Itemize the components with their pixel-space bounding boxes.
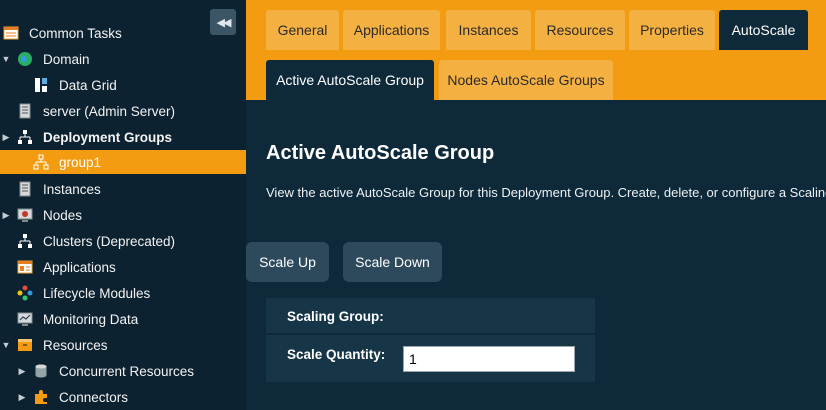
collapsed-triangle-icon[interactable]: ▶ bbox=[1, 210, 11, 221]
sidebar-item-data-grid[interactable]: Data Grid bbox=[0, 73, 246, 97]
instances-icon bbox=[17, 181, 33, 197]
sidebar-item-clusters[interactable]: Clusters (Deprecated) bbox=[0, 229, 246, 253]
collapsed-triangle-icon[interactable]: ▶ bbox=[17, 366, 27, 377]
tab-general[interactable]: General bbox=[266, 10, 339, 50]
subtab-active-autoscale-group[interactable]: Active AutoScale Group bbox=[266, 60, 434, 100]
tab-instances[interactable]: Instances bbox=[446, 10, 531, 50]
scaling-group-label: Scaling Group: bbox=[287, 309, 384, 324]
sidebar-item-resources[interactable]: ▼ Resources bbox=[0, 333, 246, 357]
sidebar-item-nodes[interactable]: ▶ Nodes bbox=[0, 203, 246, 227]
tab-bar: General Applications Instances Resources… bbox=[246, 0, 826, 100]
sidebar-item-lifecycle-modules[interactable]: Lifecycle Modules bbox=[0, 281, 246, 305]
resources-icon bbox=[17, 337, 33, 353]
tab-applications[interactable]: Applications bbox=[343, 10, 440, 50]
sidebar-item-group1[interactable]: group1 bbox=[0, 150, 246, 174]
sidebar-item-server[interactable]: server (Admin Server) bbox=[0, 99, 246, 123]
sidebar-item-label: Instances bbox=[43, 181, 101, 197]
page-description: View the active AutoScale Group for this… bbox=[266, 185, 826, 200]
sidebar-item-label: Deployment Groups bbox=[43, 129, 173, 145]
clusters-icon bbox=[17, 233, 33, 249]
monitoring-data-icon bbox=[17, 311, 33, 327]
server-icon bbox=[17, 103, 33, 119]
sidebar-navigation-tree: ◀◀ Common Tasks ▼ Domain Data Grid serve… bbox=[0, 0, 246, 410]
nodes-icon bbox=[17, 207, 33, 223]
subtab-nodes-autoscale-groups[interactable]: Nodes AutoScale Groups bbox=[439, 60, 613, 100]
domain-globe-icon bbox=[17, 51, 33, 67]
sidebar-item-label: Resources bbox=[43, 337, 108, 353]
sidebar-item-label: Concurrent Resources bbox=[59, 363, 195, 379]
data-grid-icon bbox=[33, 77, 49, 93]
sidebar-item-concurrent-resources[interactable]: ▶ Concurrent Resources bbox=[0, 359, 246, 383]
group-icon bbox=[33, 154, 49, 170]
scale-quantity-row: Scale Quantity: bbox=[266, 335, 595, 382]
scale-down-button[interactable]: Scale Down bbox=[343, 242, 442, 282]
sidebar-item-monitoring-data[interactable]: Monitoring Data bbox=[0, 307, 246, 331]
sidebar-item-label: server (Admin Server) bbox=[43, 103, 176, 119]
sidebar-item-connectors[interactable]: ▶ Connectors bbox=[0, 385, 246, 409]
scale-up-button[interactable]: Scale Up bbox=[246, 242, 329, 282]
tab-resources[interactable]: Resources bbox=[535, 10, 625, 50]
sidebar-item-label: Clusters (Deprecated) bbox=[43, 233, 176, 249]
scale-quantity-label: Scale Quantity: bbox=[287, 347, 386, 362]
collapsed-triangle-icon[interactable]: ▶ bbox=[17, 392, 27, 403]
page-title: Active AutoScale Group bbox=[266, 142, 495, 164]
expanded-triangle-icon[interactable]: ▼ bbox=[1, 340, 11, 350]
sidebar-item-label: Domain bbox=[43, 51, 90, 67]
sidebar-item-deployment-groups[interactable]: ▶ Deployment Groups bbox=[0, 125, 246, 149]
sidebar-item-label: Nodes bbox=[43, 207, 83, 223]
sidebar-item-common-tasks[interactable]: Common Tasks bbox=[0, 21, 246, 45]
sidebar-item-applications[interactable]: Applications bbox=[0, 255, 246, 279]
deployment-groups-icon bbox=[17, 129, 33, 145]
sidebar-item-label: Data Grid bbox=[59, 77, 117, 93]
main-content: Active AutoScale Group View the active A… bbox=[246, 100, 826, 410]
expanded-triangle-icon[interactable]: ▼ bbox=[1, 54, 11, 64]
sidebar-item-label: Common Tasks bbox=[29, 25, 122, 41]
connectors-icon bbox=[33, 389, 49, 405]
sidebar-item-instances[interactable]: Instances bbox=[0, 177, 246, 201]
concurrent-resources-icon bbox=[33, 363, 49, 379]
tab-autoscale[interactable]: AutoScale bbox=[719, 10, 808, 50]
sidebar-item-label: Lifecycle Modules bbox=[43, 285, 151, 301]
sidebar-item-label: Monitoring Data bbox=[43, 311, 139, 327]
lifecycle-modules-icon bbox=[17, 285, 33, 301]
sidebar-item-label: group1 bbox=[59, 154, 102, 170]
sidebar-item-domain[interactable]: ▼ Domain bbox=[0, 47, 246, 71]
sidebar-item-label: Applications bbox=[43, 259, 116, 275]
scale-quantity-input[interactable] bbox=[403, 346, 575, 372]
sidebar-item-label: Connectors bbox=[59, 389, 129, 405]
applications-icon bbox=[17, 259, 33, 275]
tab-properties[interactable]: Properties bbox=[629, 10, 715, 50]
scaling-group-row: Scaling Group: bbox=[266, 298, 595, 333]
common-tasks-icon bbox=[3, 25, 19, 41]
collapsed-triangle-icon[interactable]: ▶ bbox=[1, 132, 11, 143]
